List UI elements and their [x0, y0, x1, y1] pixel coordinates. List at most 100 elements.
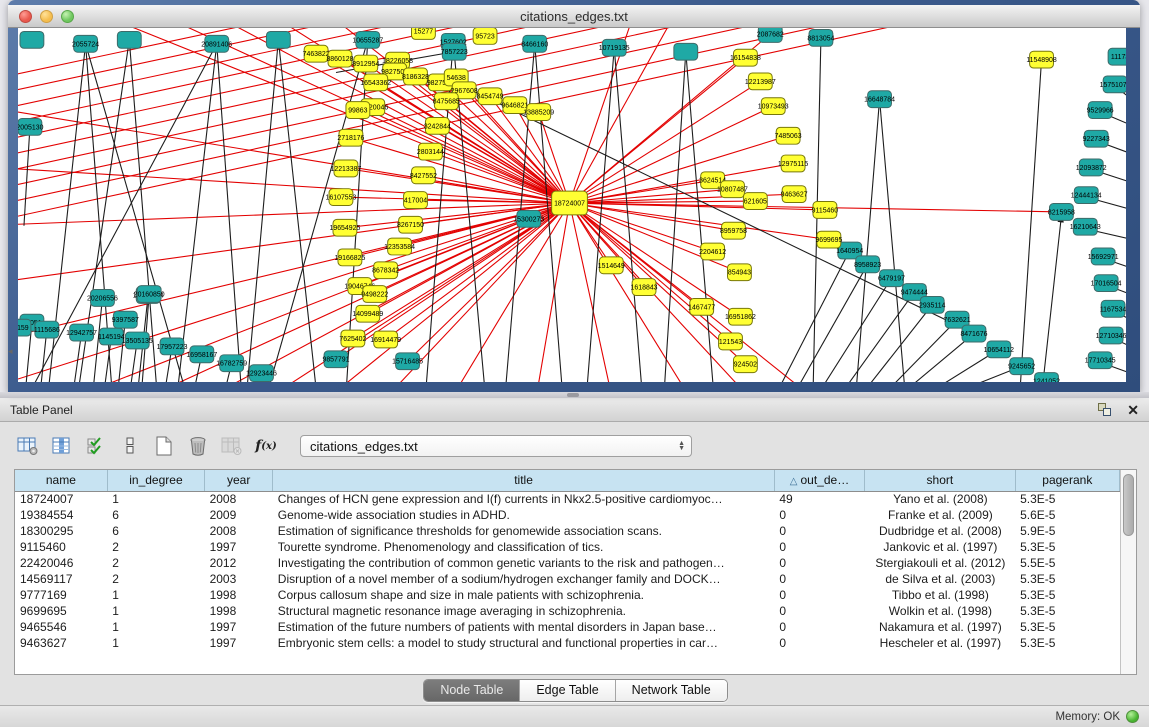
graph-node[interactable]: 1241052	[1033, 373, 1060, 382]
network-graph-canvas[interactable]: 2055724208914061065528715276028466160107…	[18, 28, 1126, 382]
graph-node[interactable]: 7857223	[441, 43, 468, 60]
graph-node[interactable]: 16914479	[370, 331, 401, 348]
graph-node[interactable]: 18724007	[552, 191, 588, 215]
column-header-pagerank[interactable]: pagerank	[1015, 470, 1119, 491]
graph-node[interactable]: 12444134	[1071, 187, 1102, 204]
graph-node[interactable]: 8860128	[326, 50, 353, 67]
graph-node[interactable]: 8186328	[402, 68, 429, 85]
graph-node[interactable]: 3242844	[424, 117, 451, 134]
graph-node[interactable]: 8959758	[720, 222, 747, 239]
graph-node[interactable]: 7625402	[339, 330, 366, 347]
graph-node[interactable]: 417004	[404, 192, 428, 209]
column-header-name[interactable]: name	[15, 470, 107, 491]
graph-node[interactable]: 1145194	[98, 328, 125, 345]
graph-node[interactable]: 13885209	[523, 104, 554, 121]
graph-node[interactable]: 9498222	[361, 286, 388, 303]
graph-node[interactable]: 10719135	[599, 39, 630, 56]
table-row[interactable]: 2242004622012Investigating the contribut…	[15, 555, 1120, 571]
graph-node[interactable]: 9699695	[815, 231, 842, 248]
select-rows-icon[interactable]	[82, 432, 110, 460]
graph-node[interactable]: 15277	[412, 28, 436, 39]
graph-node[interactable]: 12975115	[778, 155, 809, 172]
graph-node[interactable]: 2935114	[919, 296, 946, 313]
graph-node[interactable]: 17710345	[1085, 352, 1116, 369]
float-panel-icon[interactable]	[1097, 402, 1115, 418]
graph-node[interactable]: 17016504	[1091, 275, 1122, 292]
graph-node[interactable]: 1618843	[631, 279, 658, 296]
graph-node[interactable]: 9463627	[781, 186, 808, 203]
graph-node[interactable]: 121543	[719, 333, 743, 350]
tab-network-table[interactable]: Network Table	[616, 680, 727, 701]
graph-node[interactable]: 12093872	[1076, 159, 1107, 176]
scrollbar-thumb[interactable]	[1123, 474, 1134, 536]
graph-node[interactable]: 12942757	[66, 324, 97, 341]
graph-node[interactable]: 16951862	[725, 308, 756, 325]
table-row[interactable]: 911546021997Tourette syndrome. Phenomeno…	[15, 539, 1120, 555]
graph-node[interactable]: 16648784	[864, 91, 895, 108]
graph-node[interactable]: 2055724	[72, 35, 99, 52]
graph-node[interactable]: 16210643	[1070, 218, 1101, 235]
graph-node[interactable]: 15300273	[513, 210, 544, 227]
graph-node[interactable]: 19166825	[334, 249, 365, 266]
graph-node[interactable]: 12923446	[246, 365, 277, 382]
minimize-window-button[interactable]	[40, 10, 53, 23]
graph-node[interactable]: 2005130	[18, 118, 44, 135]
table-row[interactable]: 1456911722003Disruption of a novel membe…	[15, 571, 1120, 587]
graph-node[interactable]: 6479197	[878, 270, 905, 287]
graph-node[interactable]: 854943	[728, 264, 752, 281]
graph-node[interactable]: 8475685	[433, 93, 460, 110]
graph-node[interactable]: 9397587	[112, 311, 139, 328]
graph-node[interactable]: 8813054	[807, 29, 834, 46]
graph-node[interactable]: 16107553	[326, 189, 357, 206]
graph-node[interactable]: 11173	[1108, 48, 1126, 65]
graph-node[interactable]: 20206556	[87, 290, 118, 307]
graph-node[interactable]: 20160850	[134, 286, 165, 303]
table-row[interactable]: 969969511998Structural magnetic resonanc…	[15, 603, 1120, 619]
graph-node[interactable]: 95723	[473, 28, 497, 44]
graph-node[interactable]: 15751074	[1100, 76, 1126, 93]
divider-grip-icon[interactable]	[567, 393, 579, 397]
control-panel-collapse-arrow[interactable]: ◂	[8, 346, 13, 357]
tab-node-table[interactable]: Node Table	[424, 680, 520, 701]
graph-node[interactable]: 10973493	[758, 98, 789, 115]
graph-node[interactable]: 2803144	[417, 143, 444, 160]
graph-node[interactable]: 621605	[743, 193, 767, 210]
table-row[interactable]: 977716911998Corpus callosum shape and si…	[15, 587, 1120, 603]
graph-node[interactable]	[117, 31, 141, 48]
graph-node[interactable]: 17957223	[157, 338, 188, 355]
graph-node[interactable]: 16958167	[186, 346, 217, 363]
graph-node[interactable]: 9857791	[322, 351, 349, 368]
column-header-out_de[interactable]: △out_de…	[774, 470, 864, 491]
close-window-button[interactable]	[19, 10, 32, 23]
graph-node[interactable]: 8912954	[352, 55, 379, 72]
graph-node[interactable]: 12353584	[384, 238, 415, 255]
graph-node[interactable]: 9245652	[1008, 358, 1035, 375]
graph-node[interactable]	[266, 31, 290, 48]
graph-node[interactable]: 16154838	[730, 49, 761, 66]
graph-node[interactable]: 9529966	[1087, 102, 1114, 119]
graph-node[interactable]: 2204612	[699, 243, 726, 260]
graph-node[interactable]: 2087682	[757, 28, 784, 42]
column-header-title[interactable]: title	[273, 470, 775, 491]
graph-node[interactable]: 1467477	[688, 298, 715, 315]
graph-node[interactable]: 39159	[18, 319, 31, 336]
graph-node[interactable]: 12213987	[745, 73, 776, 90]
table-row[interactable]: 946362711997Embryonic stem cells: a mode…	[15, 635, 1120, 651]
graph-node[interactable]: 8427552	[410, 167, 437, 184]
graph-node[interactable]: 8215958	[1048, 204, 1075, 221]
graph-node[interactable]: 8267150	[397, 216, 424, 233]
graph-node[interactable]: 8958923	[854, 256, 881, 273]
graph-node[interactable]	[674, 43, 698, 60]
graph-node[interactable]: 9115460	[812, 202, 839, 219]
graph-node[interactable]: 14099489	[352, 305, 383, 322]
graph-node[interactable]	[20, 31, 44, 48]
graph-node[interactable]: 8471676	[960, 325, 987, 342]
zoom-window-button[interactable]	[61, 10, 74, 23]
table-row[interactable]: 946554611997Estimation of the future num…	[15, 619, 1120, 635]
graph-node[interactable]: 16782759	[216, 355, 247, 372]
table-source-dropdown[interactable]: citations_edges.txt ▲▼	[300, 435, 692, 457]
graph-node[interactable]: 12213387	[330, 160, 361, 177]
graph-node[interactable]: 19654925	[329, 219, 360, 236]
graph-node[interactable]: 9227343	[1083, 130, 1110, 147]
graph-node[interactable]: 13505135	[122, 332, 153, 349]
